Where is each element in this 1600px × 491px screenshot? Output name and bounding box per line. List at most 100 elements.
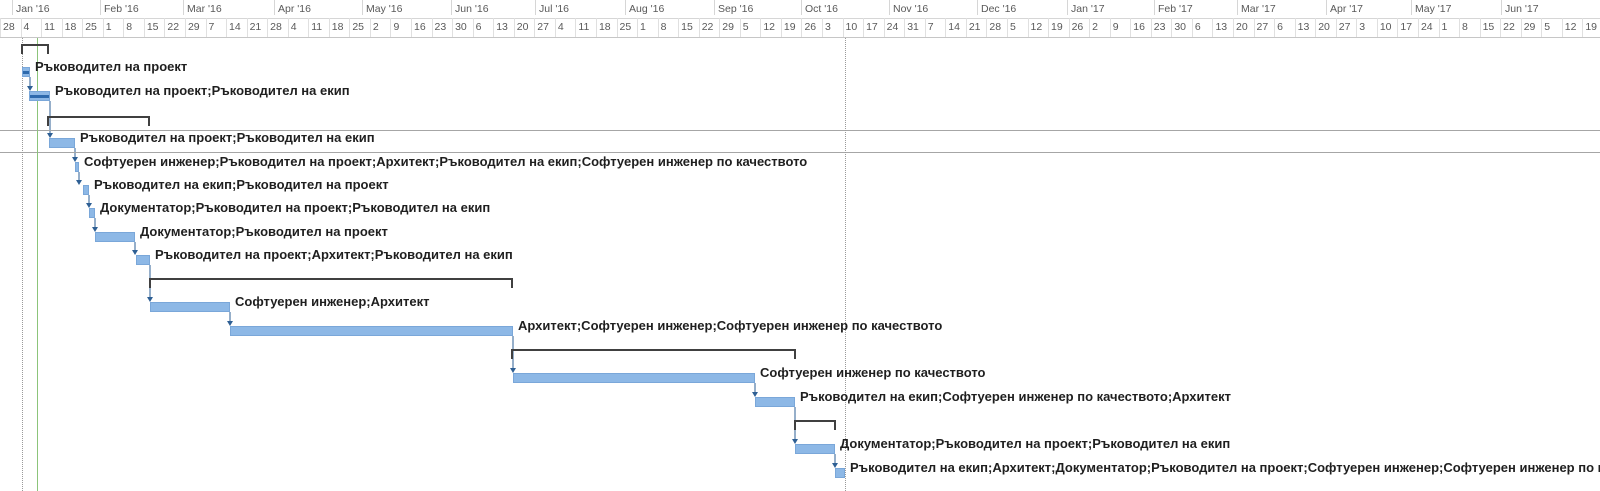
task-bar[interactable]: [513, 373, 755, 383]
week-label: 4: [20, 18, 42, 37]
week-label: 25: [82, 18, 103, 37]
week-label: 19: [1048, 18, 1069, 37]
week-label: 29: [719, 18, 740, 37]
month-label: Jun '16: [451, 0, 489, 15]
task-resource-label: Ръководител на проект: [35, 59, 188, 74]
summary-task-bar[interactable]: [149, 278, 513, 288]
week-label: 9: [1109, 18, 1131, 37]
task-bar[interactable]: [83, 185, 89, 195]
task-bar[interactable]: [95, 232, 135, 242]
week-label: 29: [1520, 18, 1542, 37]
month-label: Feb '17: [1154, 0, 1193, 15]
week-label: 10: [842, 18, 864, 37]
week-label: 4: [554, 18, 576, 37]
week-label: 2: [1089, 18, 1110, 37]
week-label: 22: [164, 18, 185, 37]
week-label: 18: [328, 18, 350, 37]
month-label: Nov '16: [889, 0, 928, 15]
month-label: Jun '17: [1501, 0, 1539, 15]
week-label: 15: [1479, 18, 1501, 37]
status-date-line: [22, 38, 23, 491]
week-label: 2: [369, 18, 391, 37]
task-bar[interactable]: [22, 67, 30, 77]
week-label: 24: [1417, 18, 1439, 37]
task-bar[interactable]: [29, 91, 50, 101]
week-label: 3: [1356, 18, 1377, 37]
week-label: 28: [0, 18, 21, 37]
week-label: 11: [308, 18, 329, 37]
week-label: 27: [1253, 18, 1275, 37]
week-label: 13: [1212, 18, 1233, 37]
task-bar[interactable]: [49, 138, 75, 148]
month-label: Jan '17: [1067, 0, 1105, 15]
week-label: 11: [41, 18, 62, 37]
task-resource-label: Ръководител на екип;Софтуерен инженер по…: [800, 389, 1231, 404]
month-label: Feb '16: [100, 0, 139, 15]
week-label: 6: [1191, 18, 1213, 37]
week-label: 19: [780, 18, 802, 37]
week-label: 5: [1006, 18, 1028, 37]
summary-task-bar[interactable]: [794, 420, 836, 430]
table-row-separator: [0, 152, 1600, 153]
week-label: 30: [452, 18, 473, 37]
task-resource-label: Софтуерен инженер;Ръководител на проект;…: [84, 154, 808, 169]
week-label: 23: [431, 18, 453, 37]
week-label: 28: [986, 18, 1007, 37]
week-label: 1: [102, 18, 124, 37]
task-resource-label: Ръководител на екип;Архитект;Документато…: [850, 460, 1600, 475]
week-label: 7: [924, 18, 946, 37]
week-label: 8: [1459, 18, 1480, 37]
task-bar[interactable]: [75, 162, 79, 172]
task-bar[interactable]: [89, 208, 95, 218]
week-label: 13: [493, 18, 514, 37]
task-progress: [23, 71, 29, 74]
summary-task-bar[interactable]: [21, 44, 49, 54]
week-label: 29: [184, 18, 206, 37]
week-label: 1: [637, 18, 658, 37]
week-label: 30: [1171, 18, 1192, 37]
week-label: 25: [349, 18, 370, 37]
task-bar[interactable]: [136, 255, 150, 265]
week-label: 15: [678, 18, 699, 37]
week-label: 25: [616, 18, 638, 37]
timescale: Jan '16 Feb '16 Mar '16 Apr '16 May '16 Jun '…: [0, 0, 1600, 38]
week-label: 8: [657, 18, 679, 37]
month-label: Mar '16: [183, 0, 222, 15]
week-label: 5: [1541, 18, 1562, 37]
summary-task-bar[interactable]: [47, 116, 150, 126]
week-label: 19: [1582, 18, 1600, 37]
dependency-arrowhead: [76, 180, 82, 185]
summary-task-bar[interactable]: [511, 349, 796, 359]
task-bar[interactable]: [150, 302, 230, 312]
week-label: 21: [246, 18, 268, 37]
task-resource-label: Документатор;Ръководител на проект;Ръков…: [100, 200, 491, 215]
task-progress: [30, 95, 49, 98]
task-bar[interactable]: [230, 326, 513, 336]
week-label: 20: [513, 18, 535, 37]
current-date-line: [37, 38, 38, 491]
status-date-line: [845, 38, 846, 491]
week-label: 15: [143, 18, 165, 37]
week-label: 23: [1150, 18, 1172, 37]
week-label: 1: [1438, 18, 1460, 37]
week-label: 14: [945, 18, 966, 37]
task-bar[interactable]: [835, 468, 845, 478]
week-label: 22: [698, 18, 720, 37]
week-label: 27: [534, 18, 555, 37]
week-label: 26: [801, 18, 822, 37]
month-label: Mar '17: [1237, 0, 1276, 15]
week-label: 18: [61, 18, 83, 37]
week-label: 12: [1561, 18, 1583, 37]
week-label: 14: [226, 18, 247, 37]
week-label: 22: [1500, 18, 1521, 37]
week-label: 10: [1376, 18, 1398, 37]
task-bar[interactable]: [795, 444, 835, 454]
week-label: 20: [1315, 18, 1336, 37]
gantt-bars-area[interactable]: Ръководител на проект Ръководител на прое…: [0, 38, 1600, 491]
month-label: Jan '16: [12, 0, 50, 15]
task-bar[interactable]: [755, 397, 795, 407]
month-label: Jul '16: [535, 0, 569, 15]
timescale-weeks: 28 4 11 18 25 1 8 15 22 29 7 14 21 28 4 11 18 25 2 9 16 23 30 6…: [0, 18, 1600, 38]
month-label: May '16: [362, 0, 402, 15]
week-label: 17: [863, 18, 884, 37]
